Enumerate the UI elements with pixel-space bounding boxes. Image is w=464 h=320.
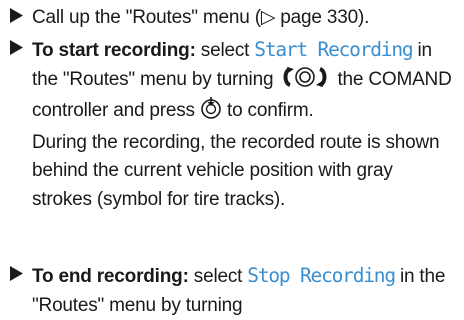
instruction-step-stop-recording: To end recording: select Stop Recording … [10,262,456,320]
instruction-step-start-recording: To start recording: select Start Recordi… [10,36,456,214]
triangle-bullet-icon [10,262,26,291]
step-text: To start recording: select Start Recordi… [32,36,456,129]
step-text: Call up the "Routes" menu (▷ page 330). [32,7,370,28]
step-text-part: select [188,266,248,287]
manual-page: Call up the "Routes" menu (▷ page 330). … [0,0,464,320]
menu-item-start-recording: Start Recording [254,38,413,61]
triangle-bullet-icon [10,36,26,65]
controller-press-icon [200,97,222,129]
step-lead: To end recording: [32,266,189,287]
controller-turn-icon [278,66,332,98]
step-result: During the recording, the recorded route… [32,131,440,210]
triangle-bullet-icon [10,4,26,33]
step-text: To end recording: select Stop Recording … [32,262,456,320]
menu-item-stop-recording: Stop Recording [247,264,396,287]
step-text-part: select [195,40,255,61]
step-lead: To start recording: [32,40,196,61]
instruction-step-routes-menu: Call up the "Routes" menu (▷ page 330). [10,4,456,33]
step-text-part: to confirm. [221,100,314,121]
